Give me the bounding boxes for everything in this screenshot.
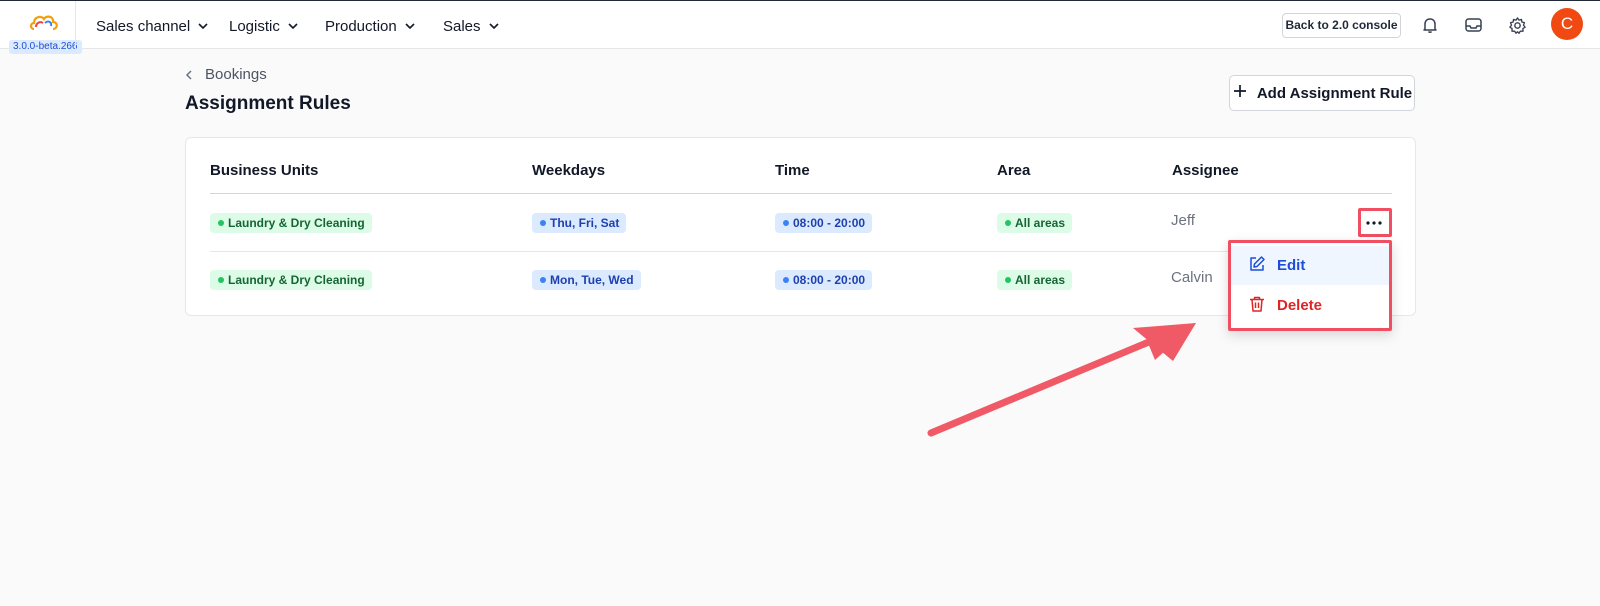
nav-label: Sales [443,17,481,35]
menu-item-edit[interactable]: Edit [1231,246,1389,285]
chevron-left-icon [184,69,194,81]
chevron-down-icon [197,20,209,32]
time-badge: 08:00 - 20:00 [775,270,873,290]
column-header-business-units: Business Units [210,162,319,179]
logo-divider [75,1,76,49]
page-title: Assignment Rules [185,93,351,114]
more-button-highlight [1358,208,1392,237]
plus-icon [1232,83,1248,103]
nav-label: Production [325,17,397,35]
inbox-icon[interactable] [1463,15,1483,35]
column-header-time: Time [775,162,810,179]
chevron-down-icon [287,20,299,32]
column-header-area: Area [997,162,1031,179]
area-badge: All areas [997,213,1073,233]
version-badge: 3.0.0-beta.266 [9,40,82,54]
chevron-down-icon [404,20,416,32]
gear-icon[interactable] [1507,15,1527,35]
nav-label: Sales channel [96,17,191,35]
business-unit-badge: Laundry & Dry Cleaning [210,213,372,233]
app-logo[interactable]: 3.0.0-beta.266 [4,9,82,54]
nav-sales[interactable]: Sales [443,15,500,37]
add-button-label: Add Assignment Rule [1256,84,1413,102]
breadcrumb-label: Bookings [205,66,267,83]
weekdays-badge: Mon, Tue, Wed [532,270,641,290]
column-header-assignee: Assignee [1172,162,1239,179]
menu-delete-label: Delete [1277,297,1323,314]
menu-edit-label: Edit [1277,257,1306,274]
time-badge: 08:00 - 20:00 [775,213,873,233]
chevron-down-icon [488,20,500,32]
top-navigation-bar: 3.0.0-beta.266 Sales channel Logistic Pr… [0,0,1600,54]
menu-item-delete[interactable]: Delete [1231,286,1389,325]
bell-icon[interactable] [1420,15,1440,35]
assignee-name: Jeff [1171,212,1195,229]
weekdays-badge: Thu, Fri, Sat [532,213,627,233]
nav-sales-channel[interactable]: Sales channel [96,15,209,37]
assignee-name: Calvin [1171,269,1213,286]
column-header-weekdays: Weekdays [532,162,606,179]
nav-logistic[interactable]: Logistic [229,15,299,37]
area-badge: All areas [997,270,1073,290]
row-actions-menu: Edit Delete [1228,240,1392,331]
cloud-logo-icon [29,15,58,31]
avatar[interactable]: C [1551,8,1583,40]
pencil-icon [1248,255,1266,277]
trash-icon [1248,295,1266,317]
breadcrumb[interactable]: Bookings [184,66,267,83]
nav-production[interactable]: Production [325,15,416,37]
add-assignment-rule-button[interactable]: Add Assignment Rule [1229,75,1415,111]
back-to-console-button[interactable]: Back to 2.0 console [1282,13,1401,38]
business-unit-badge: Laundry & Dry Cleaning [210,270,372,290]
nav-label: Logistic [229,17,280,35]
